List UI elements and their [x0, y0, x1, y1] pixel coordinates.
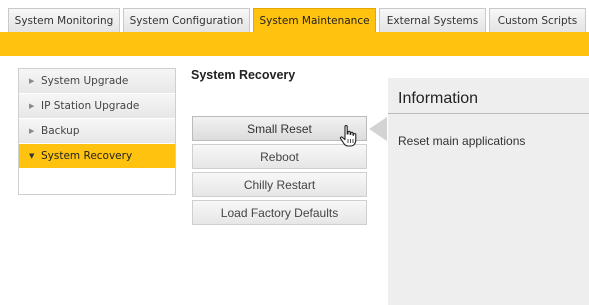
tab-custom-scripts[interactable]: Custom Scripts: [489, 8, 586, 32]
sidebar-item-system-recovery[interactable]: ▼ System Recovery: [19, 144, 175, 168]
chilly-restart-button[interactable]: Chilly Restart: [192, 172, 367, 197]
side-menu: ▶ System Upgrade ▶ IP Station Upgrade ▶ …: [18, 68, 176, 195]
triangle-right-icon: ▶: [29, 127, 35, 135]
tab-external-systems[interactable]: External Systems: [379, 8, 486, 32]
sidebar-item-system-upgrade[interactable]: ▶ System Upgrade: [19, 69, 175, 93]
sidebar-item-ip-station-upgrade[interactable]: ▶ IP Station Upgrade: [19, 94, 175, 118]
tab-system-maintenance[interactable]: System Maintenance: [253, 8, 376, 32]
button-label: Chilly Restart: [243, 177, 316, 192]
button-label: Reboot: [260, 149, 299, 164]
triangle-right-icon: ▶: [29, 77, 35, 85]
sidebar-item-label: System Recovery: [41, 150, 133, 162]
sidebar-item-backup[interactable]: ▶ Backup: [19, 119, 175, 143]
sidebar-item-label: Backup: [41, 125, 80, 137]
page-title: System Recovery: [191, 68, 296, 82]
tab-label: System Monitoring: [14, 14, 114, 27]
button-label: Load Factory Defaults: [220, 205, 339, 220]
divider: [388, 113, 589, 114]
info-panel: Information Reset main applications: [388, 78, 589, 305]
tab-label: System Configuration: [129, 14, 244, 27]
triangle-right-icon: ▶: [29, 102, 35, 110]
info-pointer-arrow: [369, 117, 387, 141]
tab-label: System Maintenance: [259, 14, 370, 27]
tab-system-configuration[interactable]: System Configuration: [123, 8, 250, 32]
tab-label: Custom Scripts: [497, 14, 578, 27]
info-title: Information: [398, 90, 479, 107]
sidebar-item-label: System Upgrade: [41, 75, 129, 87]
tab-bar: System Monitoring System Configuration S…: [0, 0, 589, 32]
triangle-down-icon: ▼: [29, 152, 35, 160]
header-band: [0, 32, 589, 56]
hand-pointer-icon: [339, 124, 357, 147]
load-factory-defaults-button[interactable]: Load Factory Defaults: [192, 200, 367, 225]
tab-system-monitoring[interactable]: System Monitoring: [8, 8, 120, 32]
button-label: Small Reset: [247, 121, 312, 136]
sidebar-item-label: IP Station Upgrade: [41, 100, 140, 112]
tab-label: External Systems: [386, 14, 479, 27]
info-text: Reset main applications: [398, 134, 526, 148]
